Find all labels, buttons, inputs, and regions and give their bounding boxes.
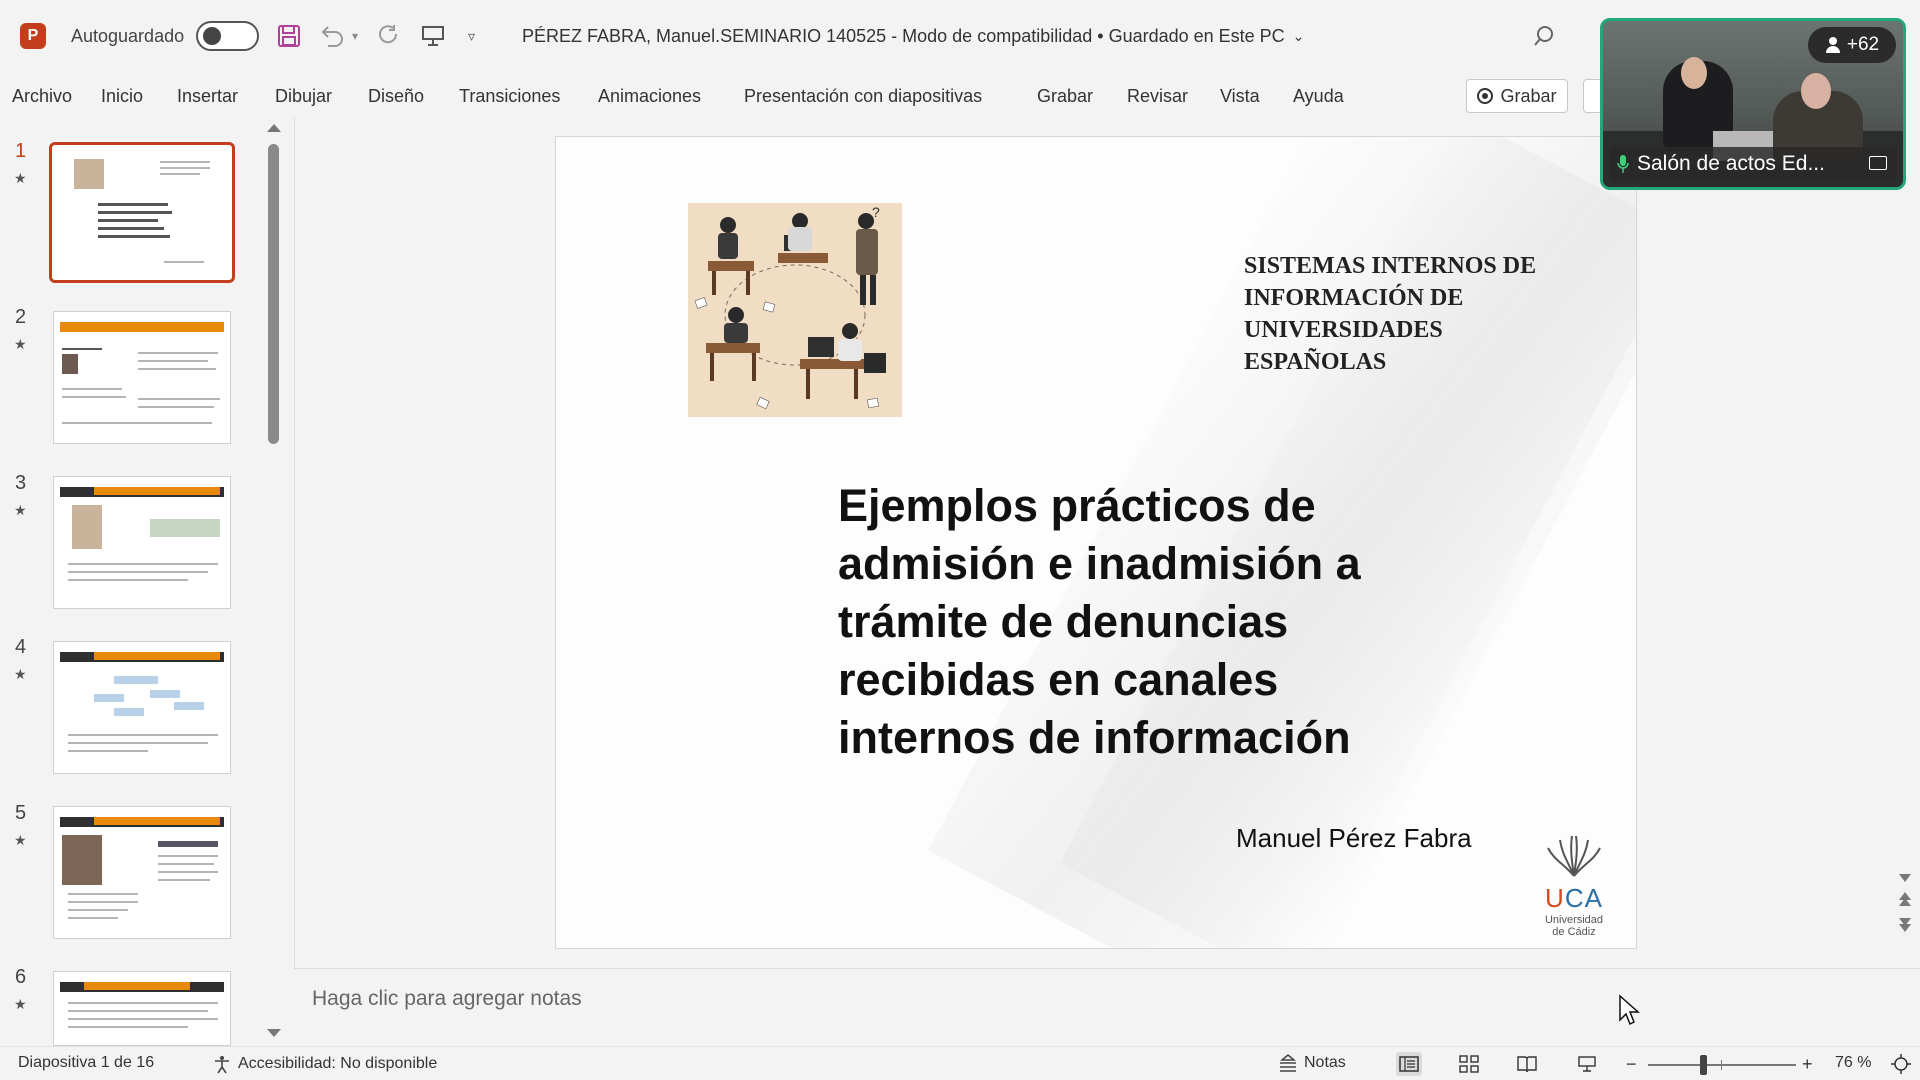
chevron-down-icon: ⌄ bbox=[1292, 27, 1305, 44]
current-slide[interactable]: ? SISTEMAS INTERNOS DE INFORMACIÓN DE UN… bbox=[555, 136, 1637, 949]
search-icon[interactable] bbox=[1532, 0, 1556, 72]
notes-placeholder[interactable]: Haga clic para agregar notas bbox=[312, 987, 582, 1011]
document-title[interactable]: PÉREZ FABRA, Manuel.SEMINARIO 140525 - M… bbox=[522, 0, 1304, 72]
slide-counter: Diapositiva 1 de 16 bbox=[18, 1054, 155, 1071]
tab-archivo[interactable]: Archivo bbox=[12, 86, 72, 107]
accessibility-status[interactable]: Accesibilidad: No disponible bbox=[212, 1054, 437, 1074]
thumbnail-number: 2 bbox=[15, 306, 27, 328]
scroll-up-arrow-icon[interactable] bbox=[267, 124, 281, 132]
autosave-label: Autoguardado bbox=[71, 25, 185, 46]
animation-star-icon: ★ bbox=[14, 996, 27, 1012]
tab-revisar[interactable]: Revisar bbox=[1127, 86, 1188, 107]
svg-text:?: ? bbox=[872, 204, 880, 220]
slide-thumbnail-6[interactable] bbox=[53, 971, 231, 1046]
tab-diseno[interactable]: Diseño bbox=[368, 86, 424, 107]
thumbnail-number: 1 bbox=[15, 140, 27, 162]
tab-transiciones[interactable]: Transiciones bbox=[459, 86, 560, 107]
animation-star-icon: ★ bbox=[14, 832, 27, 848]
zoom-out-button[interactable]: − bbox=[1626, 1054, 1637, 1075]
next-slide-arrow-icon bbox=[1899, 874, 1911, 882]
next-slide-icon bbox=[1899, 918, 1911, 932]
slide-thumbnail-3[interactable] bbox=[53, 476, 231, 609]
room-label-bar: Salón de actos Ed... bbox=[1609, 147, 1897, 181]
thumbnail-number: 5 bbox=[15, 802, 27, 824]
tab-vista[interactable]: Vista bbox=[1220, 86, 1260, 107]
status-bar: Diapositiva 1 de 16 Accesibilidad: No di… bbox=[0, 1046, 1920, 1080]
person-icon bbox=[1825, 37, 1840, 53]
present-from-beginning-icon[interactable] bbox=[420, 0, 446, 72]
slide-thumbnail-4[interactable] bbox=[53, 641, 231, 774]
normal-view-icon[interactable] bbox=[1396, 1052, 1422, 1076]
record-icon bbox=[1477, 88, 1494, 104]
notes-pane[interactable]: Haga clic para agregar notas bbox=[294, 968, 1920, 1046]
slide-subtitle[interactable]: SISTEMAS INTERNOS DE INFORMACIÓN DE UNIV… bbox=[1244, 250, 1574, 378]
slide-thumbnail-1[interactable] bbox=[49, 142, 235, 283]
redo-icon[interactable] bbox=[376, 0, 402, 72]
scroll-down-arrow-icon[interactable] bbox=[267, 1029, 281, 1037]
tab-animaciones[interactable]: Animaciones bbox=[598, 86, 701, 107]
participants-badge[interactable]: +62 bbox=[1808, 27, 1896, 63]
tab-insertar[interactable]: Insertar bbox=[177, 86, 238, 107]
customize-toolbar-icon[interactable]: ▿ bbox=[468, 0, 475, 72]
slide-title[interactable]: Ejemplos prácticos de admisión e inadmis… bbox=[838, 477, 1458, 767]
scroll-thumb[interactable] bbox=[268, 144, 279, 444]
office-workers-illustration[interactable]: ? bbox=[688, 203, 902, 417]
toggle-track bbox=[196, 21, 259, 51]
autosave-toggle[interactable] bbox=[196, 0, 259, 72]
mouse-cursor-icon bbox=[1618, 994, 1640, 1033]
notes-icon bbox=[1279, 1054, 1297, 1072]
animation-star-icon: ★ bbox=[14, 666, 27, 682]
uca-emblem-icon bbox=[1547, 835, 1601, 877]
slide-thumbnail-5[interactable] bbox=[53, 806, 231, 939]
animation-star-icon: ★ bbox=[14, 170, 27, 186]
popout-icon[interactable] bbox=[1869, 156, 1887, 170]
slide-navigation-controls bbox=[1896, 870, 1916, 940]
record-button[interactable]: Grabar bbox=[1466, 79, 1568, 113]
animation-star-icon: ★ bbox=[14, 336, 27, 352]
video-call-overlay[interactable]: +62 Salón de actos Ed... bbox=[1600, 18, 1906, 190]
powerpoint-app-icon: P bbox=[20, 0, 50, 72]
accessibility-icon bbox=[215, 1056, 229, 1074]
thumbnail-scrollbar[interactable] bbox=[264, 120, 284, 1045]
tab-ayuda[interactable]: Ayuda bbox=[1293, 86, 1344, 107]
tab-presentacion[interactable]: Presentación con diapositivas bbox=[744, 86, 982, 107]
tab-inicio[interactable]: Inicio bbox=[101, 86, 143, 107]
fit-to-window-icon[interactable] bbox=[1888, 1052, 1914, 1076]
animation-star-icon: ★ bbox=[14, 502, 27, 518]
zoom-level[interactable]: 76 % bbox=[1835, 1054, 1871, 1072]
thumbnail-number: 3 bbox=[15, 472, 27, 494]
thumbnail-illustration bbox=[74, 159, 104, 189]
slideshow-view-icon[interactable] bbox=[1574, 1052, 1600, 1076]
undo-icon[interactable] bbox=[318, 0, 346, 72]
thumbnail-number: 4 bbox=[15, 636, 27, 658]
toggle-knob bbox=[203, 27, 221, 45]
previous-slide-icon bbox=[1899, 892, 1911, 906]
undo-dropdown-icon[interactable]: ▾ bbox=[352, 0, 358, 72]
zoom-slider-track[interactable] bbox=[1648, 1064, 1796, 1066]
tab-grabar[interactable]: Grabar bbox=[1037, 86, 1093, 107]
reading-view-icon[interactable] bbox=[1514, 1052, 1540, 1076]
thumbnail-number: 6 bbox=[15, 966, 27, 988]
tab-dibujar[interactable]: Dibujar bbox=[275, 86, 332, 107]
slide-sorter-view-icon[interactable] bbox=[1456, 1052, 1482, 1076]
microphone-icon bbox=[1617, 155, 1629, 173]
zoom-in-button[interactable]: + bbox=[1802, 1054, 1813, 1075]
slide-thumbnail-panel: 1 ★ 2 ★ 3 ★ 4 ★ 5 ★ 6 ★ bbox=[0, 118, 294, 1046]
notes-toggle-button[interactable]: Notas bbox=[1278, 1054, 1346, 1072]
save-icon[interactable] bbox=[276, 0, 302, 72]
universidad-cadiz-logo: UCA Universidad de Cádiz bbox=[1534, 834, 1614, 938]
slide-thumbnail-2[interactable] bbox=[53, 311, 231, 444]
zoom-slider-knob[interactable] bbox=[1700, 1055, 1707, 1075]
slide-author[interactable]: Manuel Pérez Fabra bbox=[1236, 823, 1472, 854]
